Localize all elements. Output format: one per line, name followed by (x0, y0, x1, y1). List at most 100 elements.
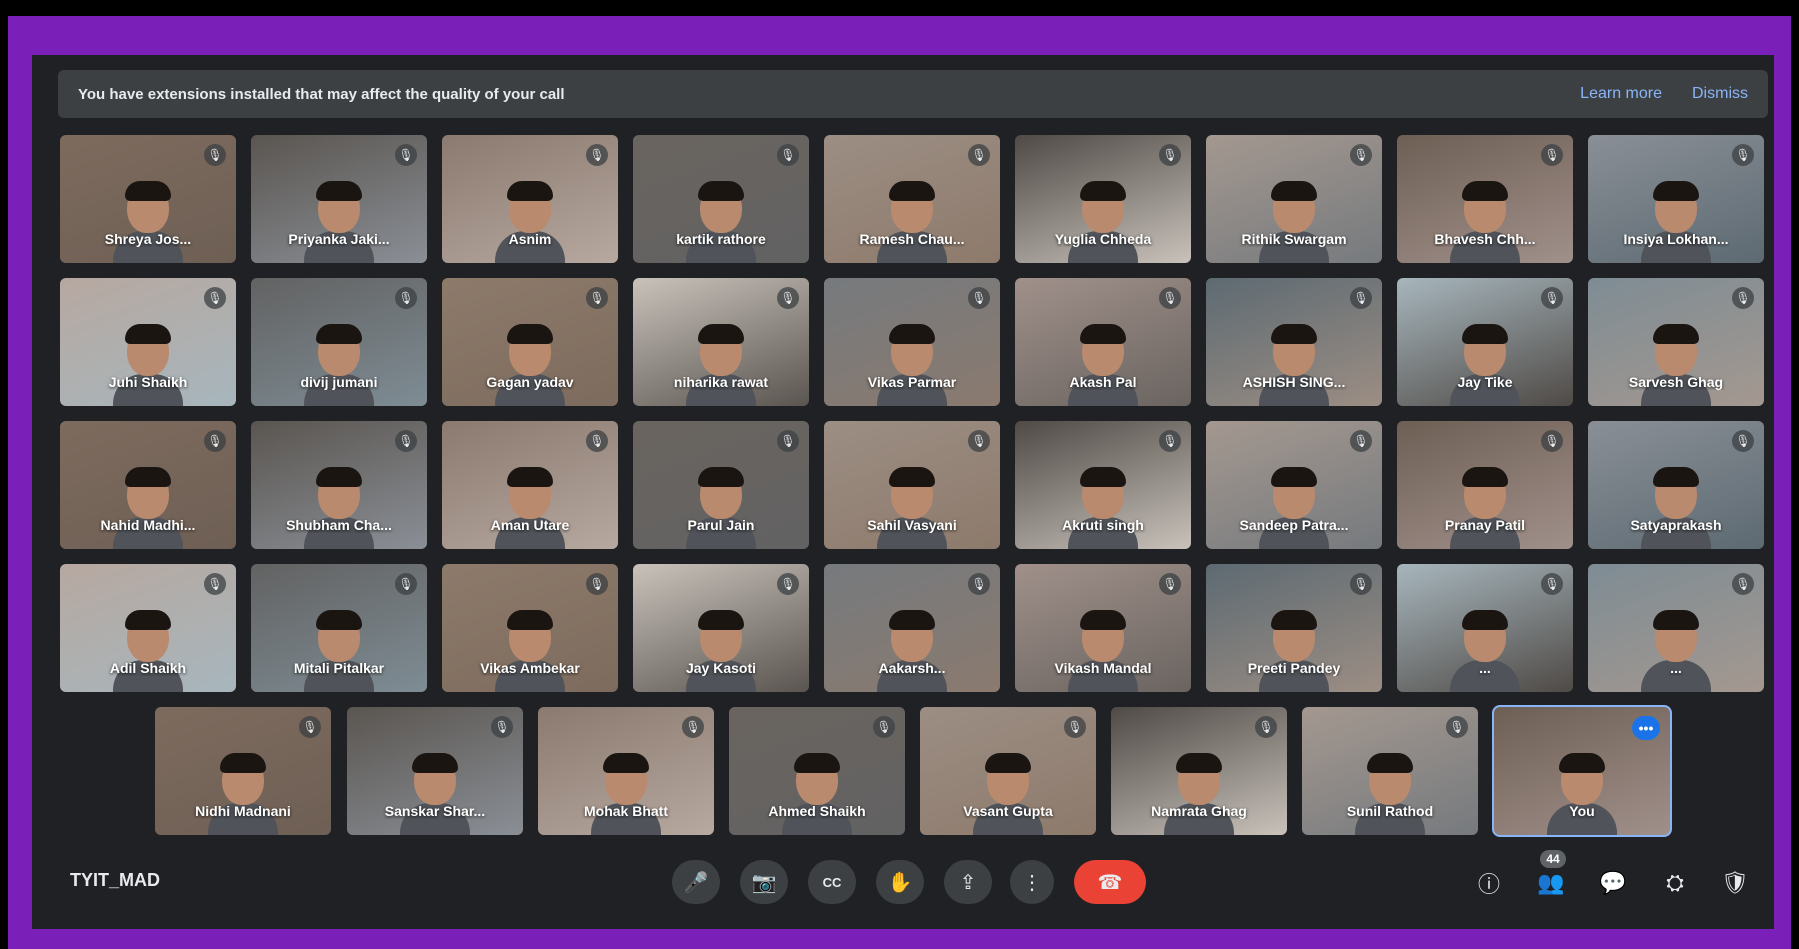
captions-button[interactable]: CC (808, 860, 856, 904)
muted-mic-icon: 🎙 (1255, 716, 1277, 738)
participant-tile[interactable]: 🎙 Ramesh Chau... (824, 135, 1000, 263)
participant-name: You (1569, 803, 1595, 819)
muted-mic-icon: 🎙 (1732, 430, 1754, 452)
participant-tile[interactable]: 🎙 Parul Jain (633, 421, 809, 549)
participant-tile[interactable]: 🎙 Aman Utare (442, 421, 618, 549)
participant-tile[interactable]: 🎙 Sandeep Patra... (1206, 421, 1382, 549)
participant-tile[interactable]: 🎙 Shreya Jos... (60, 135, 236, 263)
participant-avatar (1450, 324, 1520, 406)
participant-tile[interactable]: 🎙 Mitali Pitalkar (251, 564, 427, 692)
participant-name: Aman Utare (490, 517, 570, 533)
more-options-button[interactable]: ⋮ (1010, 860, 1054, 904)
muted-mic-icon: 🎙 (777, 144, 799, 166)
present-button[interactable]: ⇪ (944, 860, 992, 904)
participant-tile[interactable]: 🎙 Vikas Ambekar (442, 564, 618, 692)
participant-avatar (877, 324, 947, 406)
participant-avatar (877, 467, 947, 549)
participant-avatar (1259, 467, 1329, 549)
participant-name: Namrata Ghag (1151, 803, 1247, 819)
participant-tile[interactable]: 🎙 divij jumani (251, 278, 427, 406)
participant-tile[interactable]: 🎙 ASHISH SING... (1206, 278, 1382, 406)
participant-tile[interactable]: 🎙 kartik rathore (633, 135, 809, 263)
participant-tile[interactable]: 🎙 Nidhi Madnani (155, 707, 331, 835)
participant-avatar (304, 467, 374, 549)
camera-icon: 📷 (751, 871, 777, 894)
participant-tile[interactable]: 🎙 Sarvesh Ghag (1588, 278, 1764, 406)
participant-tile[interactable]: 🎙 Satyaprakash (1588, 421, 1764, 549)
participant-name: niharika rawat (673, 374, 769, 390)
participant-tile[interactable]: 🎙 Vikas Parmar (824, 278, 1000, 406)
muted-mic-icon: 🎙 (299, 716, 321, 738)
participant-avatar (1641, 324, 1711, 406)
participant-tile[interactable]: 🎙 Sanskar Shar... (347, 707, 523, 835)
muted-mic-icon: 🎙 (1541, 430, 1563, 452)
participant-tile[interactable]: 🎙 Aakarsh... (824, 564, 1000, 692)
end-call-button[interactable]: ☎ (1074, 860, 1146, 904)
participant-name: Pranay Patil (1444, 517, 1526, 533)
info-icon: ⓘ (1477, 872, 1500, 897)
participant-tile[interactable]: 🎙 Juhi Shaikh (60, 278, 236, 406)
muted-mic-icon: 🎙 (968, 430, 990, 452)
participant-tile[interactable]: 🎙 Yuglia Chheda (1015, 135, 1191, 263)
participant-tile[interactable]: 🎙 Nahid Madhi... (60, 421, 236, 549)
muted-mic-icon: 🎙 (1159, 430, 1181, 452)
muted-mic-icon: 🎙 (204, 573, 226, 595)
hand-icon: ✋ (887, 871, 913, 894)
self-video-tile[interactable]: ••• You (1492, 705, 1672, 837)
people-button[interactable]: 👥 (1534, 866, 1568, 900)
more-vert-icon: ⋮ (1022, 871, 1042, 894)
muted-mic-icon: 🎙 (873, 716, 895, 738)
participant-tile[interactable]: 🎙 Rithik Swargam (1206, 135, 1382, 263)
muted-mic-icon: 🎙 (491, 716, 513, 738)
participant-tile[interactable]: 🎙 Preeti Pandey (1206, 564, 1382, 692)
participant-tile[interactable]: 🎙 niharika rawat (633, 278, 809, 406)
participant-tile[interactable]: 🎙 Akash Pal (1015, 278, 1191, 406)
learn-more-link[interactable]: Learn more (1580, 85, 1662, 103)
participant-tile[interactable]: 🎙 Pranay Patil (1397, 421, 1573, 549)
participant-tile[interactable]: 🎙 Adil Shaikh (60, 564, 236, 692)
raise-hand-button[interactable]: ✋ (876, 860, 924, 904)
tile-more-icon[interactable]: ••• (1632, 716, 1660, 740)
participant-tile[interactable]: 🎙 Mohak Bhatt (538, 707, 714, 835)
activities-button[interactable]: ⛭ (1658, 866, 1692, 900)
camera-button[interactable]: 📷 (740, 860, 788, 904)
participant-avatar (1259, 324, 1329, 406)
participant-tile[interactable]: 🎙 Jay Tike (1397, 278, 1573, 406)
participant-avatar (304, 181, 374, 263)
participant-tile[interactable]: 🎙 Vasant Gupta (920, 707, 1096, 835)
meeting-details-button[interactable]: ⓘ (1472, 866, 1506, 900)
participant-tile[interactable]: 🎙 Shubham Cha... (251, 421, 427, 549)
extensions-banner: You have extensions installed that may a… (58, 70, 1768, 118)
participant-tile[interactable]: 🎙 Bhavesh Chh... (1397, 135, 1573, 263)
participant-name: Priyanka Jaki... (288, 231, 390, 247)
dismiss-link[interactable]: Dismiss (1692, 85, 1748, 103)
participant-tile[interactable]: 🎙 Jay Kasoti (633, 564, 809, 692)
participant-tile[interactable]: 🎙 Sahil Vasyani (824, 421, 1000, 549)
muted-mic-icon: 🎙 (395, 144, 417, 166)
participant-name: Sanskar Shar... (384, 803, 486, 819)
chat-button[interactable]: 💬 (1596, 866, 1630, 900)
participant-tile[interactable]: 🎙 Ahmed Shaikh (729, 707, 905, 835)
participant-name: Shubham Cha... (286, 517, 392, 533)
participant-tile[interactable]: 🎙 Akruti singh (1015, 421, 1191, 549)
muted-mic-icon: 🎙 (586, 430, 608, 452)
participant-tile[interactable]: 🎙 Vikash Mandal (1015, 564, 1191, 692)
participant-tile[interactable]: 🎙 Asnim (442, 135, 618, 263)
mic-button[interactable]: 🎤 (672, 860, 720, 904)
participant-tile[interactable]: 🎙 Gagan yadav (442, 278, 618, 406)
participant-avatar (1641, 610, 1711, 692)
participant-name: ... (1670, 660, 1682, 676)
participant-tile[interactable]: 🎙 Insiya Lokhan... (1588, 135, 1764, 263)
participant-name: Akruti singh (1062, 517, 1144, 533)
participant-tile[interactable]: 🎙... (1588, 564, 1764, 692)
host-controls-button[interactable]: 🛡 (1718, 866, 1752, 900)
participant-avatar (1450, 610, 1520, 692)
participant-name: Vikas Parmar (867, 374, 957, 390)
participant-avatar (113, 181, 183, 263)
muted-mic-icon: 🎙 (204, 430, 226, 452)
participant-tile[interactable]: 🎙 Sunil Rathod (1302, 707, 1478, 835)
muted-mic-icon: 🎙 (1446, 716, 1468, 738)
participant-tile[interactable]: 🎙 Namrata Ghag (1111, 707, 1287, 835)
participant-tile[interactable]: 🎙 Priyanka Jaki... (251, 135, 427, 263)
participant-tile[interactable]: 🎙... (1397, 564, 1573, 692)
